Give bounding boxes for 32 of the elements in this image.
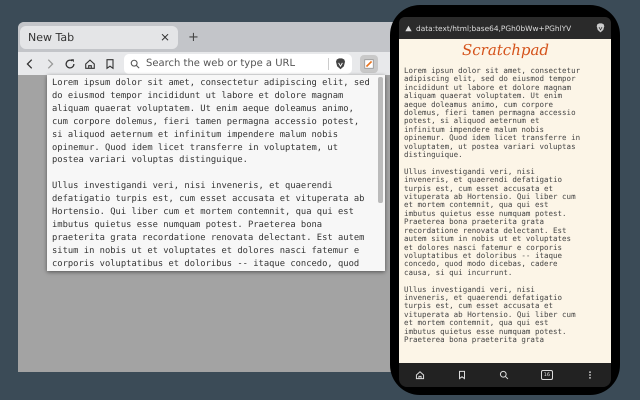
text-line: corporis voluptatibus et doloribus -- itaque concedo, quod <box>52 258 360 271</box>
text-line: postea variari voluptas distinguique. <box>52 154 249 168</box>
reload-icon[interactable] <box>64 58 76 70</box>
new-tab-button[interactable]: + <box>188 30 199 44</box>
text-line: praeterita grata recordatione renovata delectant. Est autem <box>52 232 366 245</box>
text-line: aliquam quaerat voluptatem. Ut enim aeque doleamus animo, <box>52 102 355 116</box>
text-line: imbutus quietus esse numquam potest. Praeterea bona <box>52 219 324 232</box>
browser-tab[interactable]: New Tab × <box>20 26 178 48</box>
warning-icon <box>405 24 412 32</box>
pencil-icon <box>363 58 375 70</box>
search-icon[interactable] <box>498 370 509 380</box>
close-tab-button[interactable]: × <box>160 30 170 44</box>
text-line: si aliquod aeternum et infinitum impendere malum nobis <box>52 128 339 142</box>
text-line: Lorem ipsum dolor sit amet, consectetur adipiscing elit, sed <box>52 77 371 90</box>
bookmark-icon[interactable] <box>104 58 116 70</box>
text-area[interactable] <box>47 75 385 271</box>
search-field[interactable]: Search the web or type a URL <box>124 54 352 74</box>
extension-button[interactable] <box>360 54 378 72</box>
text-line: do eiusmod tempor incididunt ut labore et dolore magnam <box>52 90 344 103</box>
scrollbar[interactable] <box>378 77 383 203</box>
shield-icon[interactable] <box>596 23 605 33</box>
bookmark-icon[interactable] <box>456 370 467 380</box>
text-line: Hortensio. Qui liber cum et mortem contemnit, qua qui est <box>52 206 355 220</box>
home-icon[interactable] <box>84 58 96 70</box>
search-icon <box>130 58 140 68</box>
text-line: situm in nobis ut et voluptates et dolores nasci fatemur e <box>52 244 360 258</box>
text-line: defatigatio turpis est, cum esset accusata et vituperata ab <box>52 193 366 206</box>
text-line: opinemur. Quod idem licet transferre in voluptatem, ut <box>52 142 339 154</box>
page-title: Scratchpad <box>460 41 550 59</box>
text-line: Ullus investigandi veri, nisi inveneris, et quaerendi <box>52 180 334 194</box>
shield-icon[interactable] <box>335 58 346 70</box>
text-line: cum corpore dolemus, fieri tamen permagna accessio potest, <box>52 116 360 129</box>
